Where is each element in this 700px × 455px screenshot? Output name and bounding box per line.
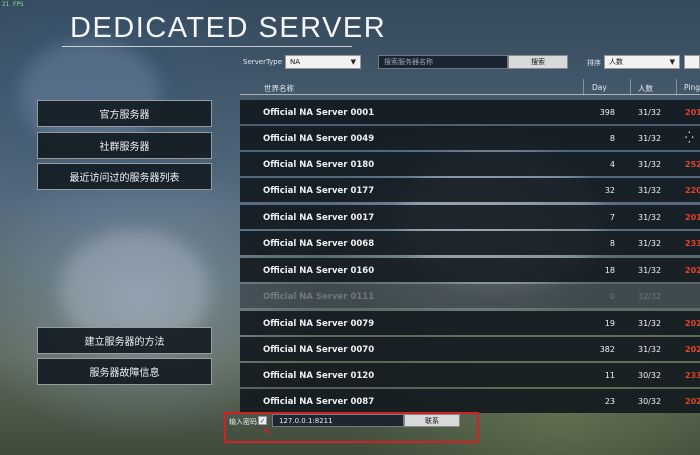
server-row[interactable]: Official NA Server 0001 398 31/32 201 bbox=[240, 100, 700, 124]
server-name: Official NA Server 0001 bbox=[263, 108, 375, 118]
fps-counter: 21 FPS bbox=[2, 1, 24, 8]
sort-select[interactable]: 人数 ▼ bbox=[604, 55, 680, 69]
server-ping: 201 bbox=[685, 213, 700, 222]
server-players: 31/32 bbox=[638, 186, 662, 195]
server-row[interactable]: Official NA Server 0079 19 31/32 202 bbox=[240, 311, 700, 335]
sort-order-toggle[interactable] bbox=[684, 55, 700, 69]
server-row[interactable]: Official NA Server 0180 4 31/32 252 bbox=[240, 152, 700, 176]
page-title: DEDICATED SERVER bbox=[70, 12, 387, 44]
nav-official-servers[interactable]: 官方服务器 bbox=[37, 100, 212, 127]
server-ping: 233 bbox=[685, 371, 700, 380]
server-day: 19 bbox=[604, 319, 615, 328]
server-players: 32/32 bbox=[638, 292, 662, 301]
server-row[interactable]: Official NA Server 0068 8 31/32 233 bbox=[240, 231, 700, 255]
server-day: 11 bbox=[604, 371, 615, 380]
server-address-input[interactable]: 127.0.0.1:8211 bbox=[272, 414, 404, 427]
server-day: 23 bbox=[604, 397, 615, 406]
sort-value: 人数 bbox=[609, 58, 623, 66]
connect-button[interactable]: 联系 bbox=[404, 414, 460, 427]
server-day: 32 bbox=[604, 186, 615, 195]
server-row[interactable]: Official NA Server 0017 7 31/32 201 bbox=[240, 205, 700, 229]
sort-label: 排序 bbox=[587, 59, 601, 67]
server-day: 8 bbox=[609, 239, 615, 248]
server-day: 18 bbox=[604, 266, 615, 275]
server-players: 31/32 bbox=[638, 134, 662, 143]
server-name: Official NA Server 0177 bbox=[263, 186, 375, 196]
server-row[interactable]: Official NA Server 0049 8 31/32 ⁛ bbox=[240, 126, 700, 150]
nav-how-to-create-server[interactable]: 建立服务器的方法 bbox=[37, 327, 212, 354]
server-day: 0 bbox=[609, 292, 615, 301]
nav-community-servers[interactable]: 社群服务器 bbox=[37, 132, 212, 159]
server-players: 31/32 bbox=[638, 319, 662, 328]
server-day: 382 bbox=[599, 345, 615, 354]
server-row-full[interactable]: Official NA Server 0111 0 32/32 bbox=[240, 284, 700, 308]
header-ping[interactable]: Ping bbox=[684, 83, 700, 92]
server-row[interactable]: Official NA Server 0087 23 30/32 202 bbox=[240, 389, 700, 413]
search-button[interactable]: 搜索 bbox=[508, 55, 568, 69]
server-day: 4 bbox=[609, 160, 615, 169]
column-divider bbox=[583, 79, 584, 95]
nav-recent-servers[interactable]: 最近访问过的服务器列表 bbox=[37, 163, 212, 190]
server-day: 398 bbox=[599, 108, 615, 117]
server-day: 7 bbox=[609, 213, 615, 222]
server-players: 31/32 bbox=[638, 239, 662, 248]
server-ping: 202 bbox=[685, 397, 700, 406]
chevron-down-icon: ▼ bbox=[669, 58, 675, 66]
server-row[interactable]: Official NA Server 0160 18 31/32 202 bbox=[240, 258, 700, 282]
server-day: 8 bbox=[609, 134, 615, 143]
server-type-select[interactable]: NA ▼ bbox=[285, 55, 361, 69]
server-players: 30/32 bbox=[638, 371, 662, 380]
column-divider bbox=[676, 79, 677, 95]
server-players: 31/32 bbox=[638, 266, 662, 275]
server-ping: 202 bbox=[685, 319, 700, 328]
server-name: Official NA Server 0079 bbox=[263, 319, 375, 329]
server-name: Official NA Server 0049 bbox=[263, 134, 375, 144]
server-name: Official NA Server 0070 bbox=[263, 345, 375, 355]
header-players[interactable]: 人数 bbox=[638, 83, 653, 94]
server-ping: 220 bbox=[685, 186, 700, 195]
server-name: Official NA Server 0068 bbox=[263, 239, 375, 249]
server-row[interactable]: Official NA Server 0177 32 31/32 220 bbox=[240, 178, 700, 202]
server-ping: 202 bbox=[685, 345, 700, 354]
header-world-name[interactable]: 世界名称 bbox=[264, 83, 294, 94]
server-ping: 233 bbox=[685, 239, 700, 248]
server-name: Official NA Server 0120 bbox=[263, 371, 375, 381]
server-ping: 202 bbox=[685, 266, 700, 275]
loading-spinner-icon: ⁛ bbox=[685, 131, 694, 144]
search-placeholder: 搜索服务器名称 bbox=[384, 58, 433, 66]
server-name: Official NA Server 0180 bbox=[263, 160, 375, 170]
server-ping: 252 bbox=[685, 160, 700, 169]
server-players: 31/32 bbox=[638, 160, 662, 169]
server-players: 30/32 bbox=[638, 397, 662, 406]
title-underline bbox=[62, 46, 352, 47]
search-input[interactable]: 搜索服务器名称 bbox=[378, 55, 508, 69]
server-name: Official NA Server 0160 bbox=[263, 266, 375, 276]
server-players: 31/32 bbox=[638, 108, 662, 117]
server-row[interactable]: Official NA Server 0070 382 31/32 202 bbox=[240, 337, 700, 361]
nav-server-fault-info[interactable]: 服务器故障信息 bbox=[37, 358, 212, 385]
chevron-down-icon: ▼ bbox=[350, 58, 356, 66]
server-type-value: NA bbox=[290, 58, 301, 66]
server-name: Official NA Server 0087 bbox=[263, 397, 375, 407]
server-name: Official NA Server 0111 bbox=[263, 292, 375, 302]
header-divider bbox=[240, 94, 700, 95]
server-row[interactable]: Official NA Server 0120 11 30/32 233 bbox=[240, 363, 700, 387]
password-label: 输入密码 bbox=[229, 418, 257, 426]
column-divider bbox=[630, 79, 631, 95]
server-name: Official NA Server 0017 bbox=[263, 213, 375, 223]
header-day[interactable]: Day bbox=[592, 83, 607, 92]
server-players: 31/32 bbox=[638, 345, 662, 354]
server-ping: 201 bbox=[685, 108, 700, 117]
server-table-header: 世界名称 Day 人数 Ping bbox=[240, 79, 700, 95]
server-type-label: ServerType bbox=[243, 58, 283, 66]
server-address-value: 127.0.0.1:8211 bbox=[279, 416, 333, 425]
server-players: 31/32 bbox=[638, 213, 662, 222]
